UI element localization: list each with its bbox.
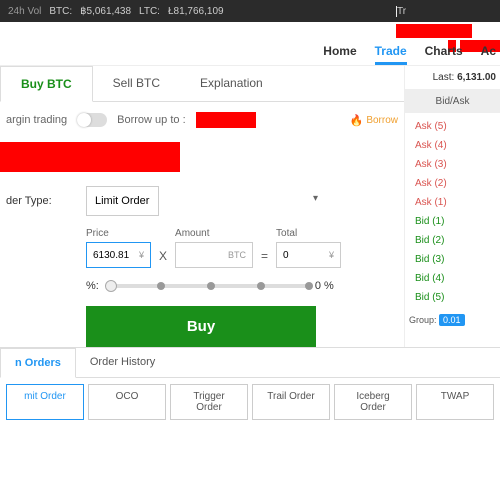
order-type-oco[interactable]: OCO [88,384,166,420]
bid-row[interactable]: Bid (5) [409,288,496,307]
amount-label: Amount [175,228,253,239]
order-type-select[interactable]: Limit Order [86,186,159,216]
bid-row[interactable]: Bid (2) [409,231,496,250]
redacted-block [0,142,180,172]
nav-trade[interactable]: Trade [375,44,407,65]
bid-row[interactable]: Bid (1) [409,212,496,231]
tab-open-orders[interactable]: n Orders [0,348,76,378]
total-label: Total [276,228,341,239]
total-unit: ¥ [329,250,334,260]
tab-buy[interactable]: Buy BTC [0,66,93,102]
price-label: Price [86,228,151,239]
equals-icon: = [261,249,268,268]
margin-label: argin trading [6,114,67,126]
total-input[interactable] [283,250,327,261]
order-type-trigger[interactable]: Trigger Order [170,384,248,420]
pct-label: %: [86,280,99,292]
last-price: Last: 6,131.00 [405,66,500,90]
order-type-limit[interactable]: mit Order [6,384,84,420]
slider-thumb[interactable] [105,280,117,292]
slider-tick[interactable] [257,282,265,290]
slider-tick[interactable] [157,282,165,290]
bid-row[interactable]: Bid (4) [409,269,496,288]
ask-row[interactable]: Ask (4) [409,136,496,155]
amount-input-wrap[interactable]: BTC [175,242,253,268]
nav-charts[interactable]: Charts [425,44,463,65]
topbar-right[interactable]: Tr [396,6,492,17]
orders-section: n Orders Order History mit Order OCO Tri… [0,347,500,426]
borrow-label: Borrow up to : [117,114,185,126]
ltc-value: Ł81,766,109 [168,6,224,17]
slider-tick[interactable] [207,282,215,290]
margin-row: argin trading Borrow up to : Borrow [0,102,404,138]
redacted-block [396,24,472,38]
group-selector[interactable]: Group: 0.01 [405,311,500,329]
order-type-iceberg[interactable]: Iceberg Order [334,384,412,420]
price-input[interactable] [93,250,137,261]
top-ticker-bar: 24h Vol BTC: ฿5,061,438 LTC: Ł81,766,109… [0,0,500,22]
amount-unit: BTC [228,250,246,260]
order-type-label: der Type: [6,195,76,207]
tab-sell[interactable]: Sell BTC [93,66,180,101]
price-input-wrap[interactable]: ¥ [86,242,151,268]
redacted-block [196,112,256,128]
multiply-icon: X [159,249,167,268]
amount-slider[interactable] [107,284,307,288]
bid-row[interactable]: Bid (3) [409,250,496,269]
order-type-trail[interactable]: Trail Order [252,384,330,420]
buy-button[interactable]: Buy [86,306,316,347]
amount-input[interactable] [182,250,226,261]
ask-row[interactable]: Ask (2) [409,174,496,193]
ltc-label: LTC: [139,6,160,17]
ask-row[interactable]: Ask (1) [409,193,496,212]
pct-value: 0 % [315,280,334,292]
site-header: Home Trade Charts Ac [0,22,500,66]
margin-toggle[interactable] [77,113,107,127]
ask-row[interactable]: Ask (5) [409,117,496,136]
borrow-badge[interactable]: Borrow [350,114,398,127]
orderbook-sidebar: Last: 6,131.00 Bid/Ask Ask (5) Ask (4) A… [404,66,500,347]
btc-label: BTC: [49,6,72,17]
total-input-wrap[interactable]: ¥ [276,242,341,268]
ask-row[interactable]: Ask (3) [409,155,496,174]
order-type-twap[interactable]: TWAP [416,384,494,420]
btc-value: ฿5,061,438 [80,6,131,17]
bidask-header[interactable]: Bid/Ask [405,90,500,113]
trade-side-tabs: Buy BTC Sell BTC Explanation [0,66,404,102]
main-nav: Home Trade Charts Ac [323,44,496,65]
nav-home[interactable]: Home [323,44,356,65]
vol-label: 24h Vol [8,6,41,17]
slider-tick[interactable] [305,282,313,290]
price-unit: ¥ [139,250,144,260]
tab-order-history[interactable]: Order History [76,348,169,377]
order-type-select-wrap[interactable]: Limit Order [86,186,326,216]
tab-explanation[interactable]: Explanation [180,66,283,101]
nav-account[interactable]: Ac [481,44,496,65]
